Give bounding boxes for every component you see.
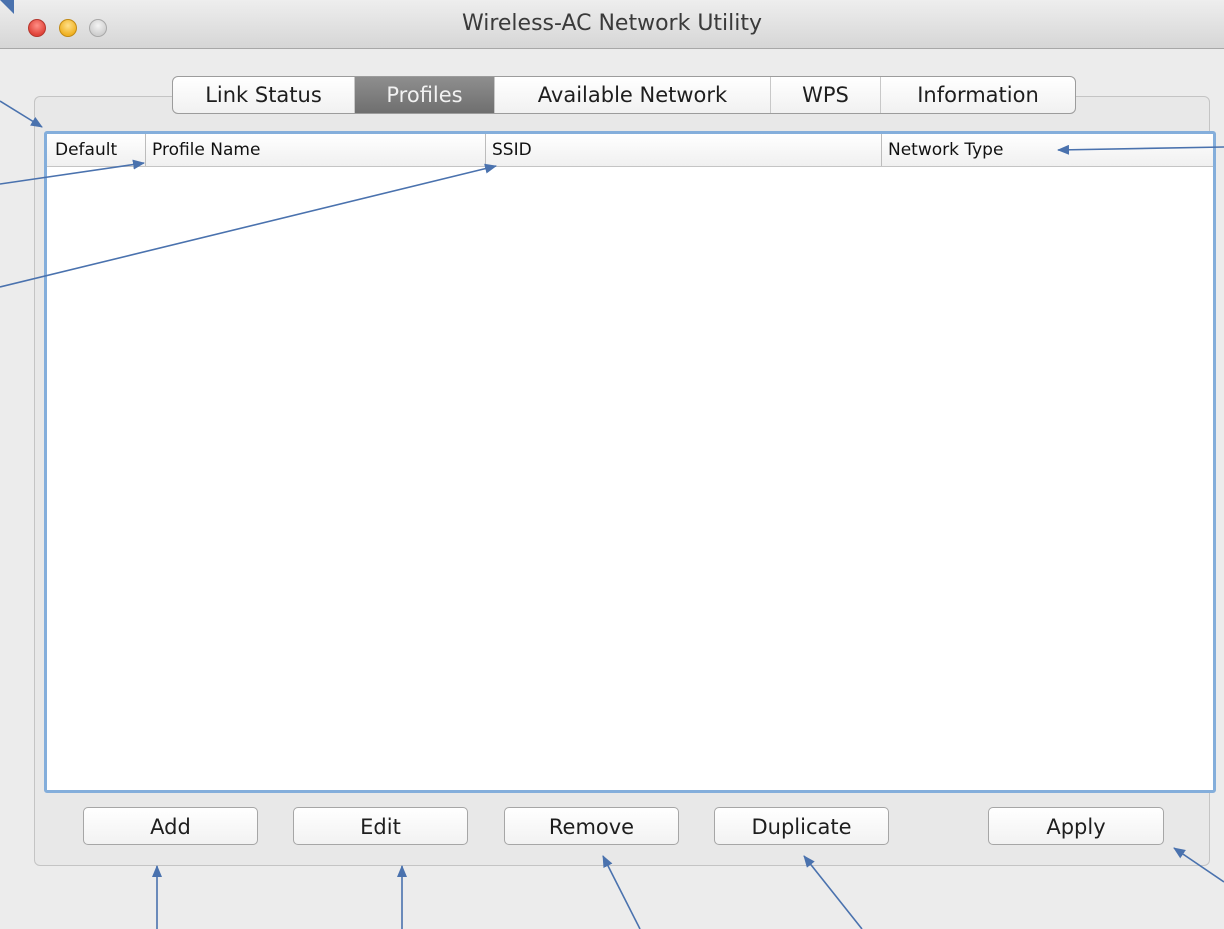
tab-bar: Link Status Profiles Available Network W… — [172, 76, 1076, 114]
profiles-table[interactable]: Default Profile Name SSID Network Type — [44, 131, 1216, 793]
tab-information[interactable]: Information — [881, 77, 1075, 113]
remove-button[interactable]: Remove — [504, 807, 679, 845]
annotation-arrow-duplicate — [803, 855, 863, 929]
tab-available-network[interactable]: Available Network — [495, 77, 771, 113]
edit-button[interactable]: Edit — [293, 807, 468, 845]
column-header-ssid[interactable]: SSID — [485, 134, 881, 166]
duplicate-button[interactable]: Duplicate — [714, 807, 889, 845]
column-header-network-type[interactable]: Network Type — [881, 134, 1211, 166]
apply-button[interactable]: Apply — [988, 807, 1164, 845]
column-header-default[interactable]: Default — [53, 134, 145, 166]
add-button[interactable]: Add — [83, 807, 258, 845]
window-title: Wireless-AC Network Utility — [461, 11, 763, 36]
tab-wps[interactable]: WPS — [771, 77, 881, 113]
table-header: Default Profile Name SSID Network Type — [47, 134, 1213, 167]
tab-link-status[interactable]: Link Status — [173, 77, 355, 113]
annotation-arrow-remove — [602, 855, 641, 929]
title-bar: Wireless-AC Network Utility — [0, 0, 1224, 49]
tab-profiles[interactable]: Profiles — [355, 77, 495, 113]
column-header-profile-name[interactable]: Profile Name — [145, 134, 485, 166]
app-window: Wireless-AC Network Utility Link Status … — [0, 0, 1224, 929]
